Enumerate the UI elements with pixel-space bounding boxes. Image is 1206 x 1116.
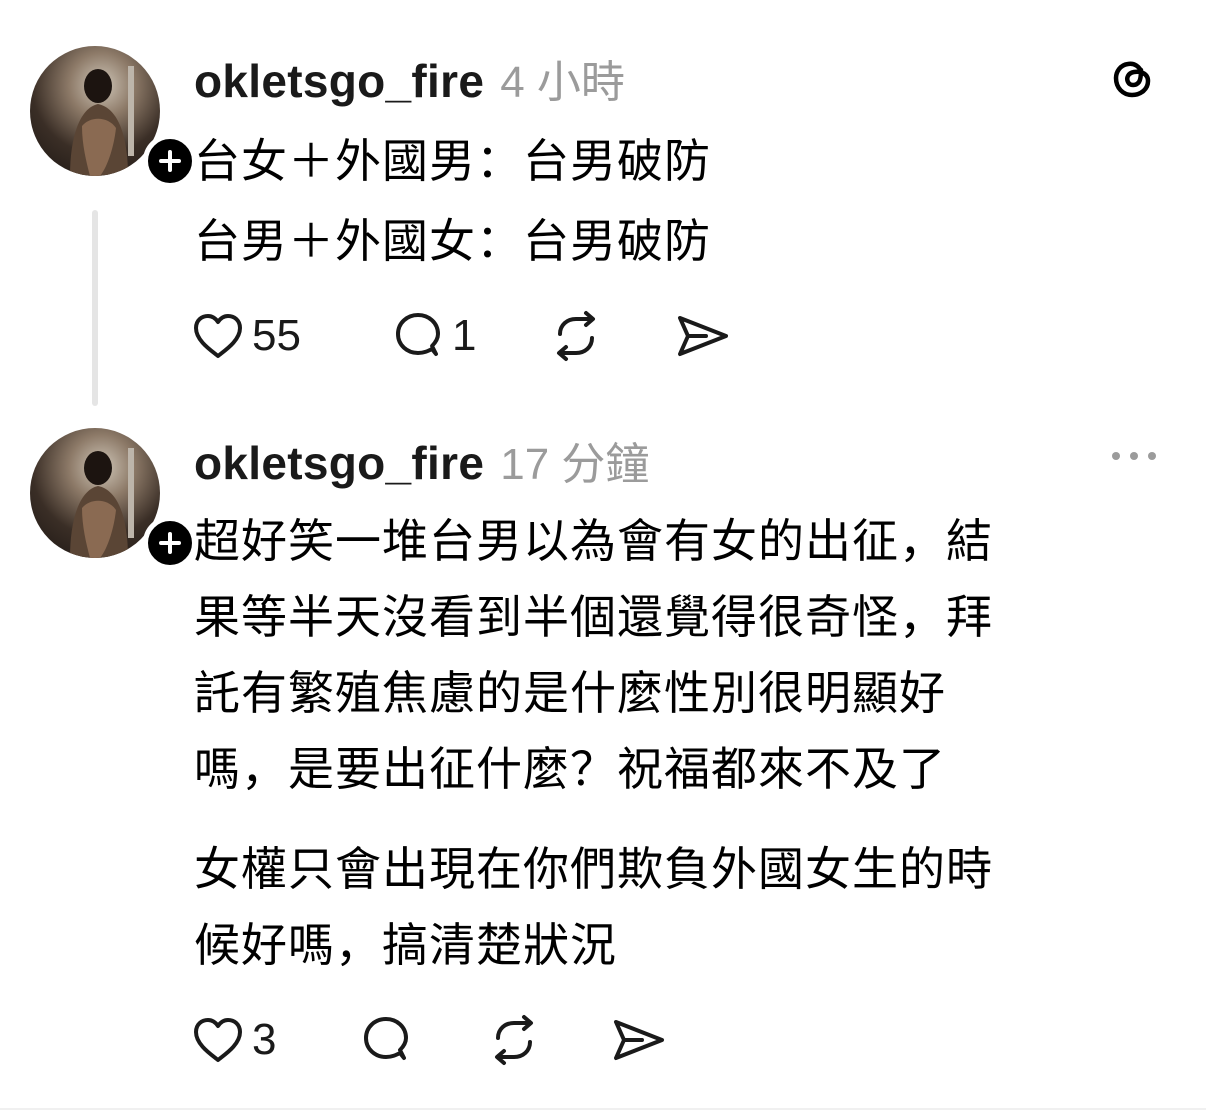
timestamp: 17 分鐘 xyxy=(500,440,650,489)
more-icon[interactable] xyxy=(1110,448,1158,464)
divider xyxy=(0,1108,1206,1110)
thread-connector-line xyxy=(92,210,98,406)
avatar-image xyxy=(30,46,160,176)
post-text-line: 超好笑一堆台男以為會有女的出征，結 xyxy=(194,514,993,568)
plus-icon xyxy=(157,148,183,174)
post-text-line: 候好嗎，搞清楚狀況 xyxy=(194,918,617,972)
reply-button[interactable]: 1 xyxy=(392,306,476,366)
heart-icon xyxy=(192,312,244,360)
post-text-line: 女權只會出現在你們欺負外國女生的時 xyxy=(194,842,993,896)
post-text-line: 台男＋外國女：台男破防 xyxy=(194,214,711,268)
like-button[interactable]: 3 xyxy=(192,1010,276,1070)
post-header: okletsgo_fire 17 分鐘 xyxy=(194,428,649,492)
timestamp: 4 小時 xyxy=(500,58,625,107)
comment-icon xyxy=(392,310,444,362)
action-bar: 55 1 xyxy=(192,306,752,366)
repost-button[interactable] xyxy=(548,306,604,366)
repost-icon xyxy=(486,1014,542,1066)
like-button[interactable]: 55 xyxy=(192,306,301,366)
like-count: 3 xyxy=(252,1015,277,1064)
repost-button[interactable] xyxy=(486,1010,542,1070)
share-icon xyxy=(676,312,730,360)
post-text-line: 台女＋外國男：台男破防 xyxy=(194,134,711,188)
avatar[interactable] xyxy=(30,46,197,188)
post-header: okletsgo_fire 4 小時 xyxy=(194,46,625,110)
follow-button[interactable] xyxy=(143,134,197,188)
avatar-image xyxy=(30,428,160,558)
reply-button[interactable] xyxy=(360,1010,412,1070)
action-bar: 3 xyxy=(192,1010,692,1070)
avatar[interactable] xyxy=(30,428,197,570)
share-button[interactable] xyxy=(612,1010,666,1070)
heart-icon xyxy=(192,1016,244,1064)
follow-button[interactable] xyxy=(143,516,197,570)
share-button[interactable] xyxy=(676,306,730,366)
plus-icon xyxy=(157,530,183,556)
post-text-line: 嗎，是要出征什麼？祝福都來不及了 xyxy=(194,742,946,796)
like-count: 55 xyxy=(252,311,301,360)
comment-icon xyxy=(360,1014,412,1066)
reply-count: 1 xyxy=(452,311,477,360)
post-text-line: 果等半天沒看到半個還覺得很奇怪，拜 xyxy=(194,590,993,644)
post-text-line: 託有繁殖焦慮的是什麼性別很明顯好 xyxy=(194,666,946,720)
threads-icon[interactable] xyxy=(1108,52,1156,102)
username[interactable]: okletsgo_fire xyxy=(194,436,484,490)
username[interactable]: okletsgo_fire xyxy=(194,54,484,108)
repost-icon xyxy=(548,310,604,362)
share-icon xyxy=(612,1016,666,1064)
